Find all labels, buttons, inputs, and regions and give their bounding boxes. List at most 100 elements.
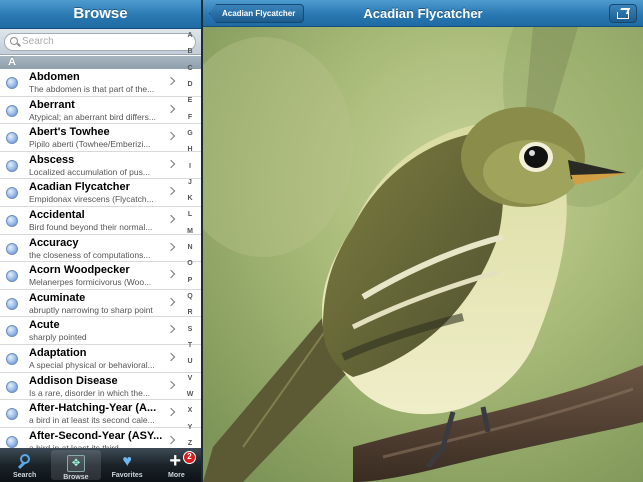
index-letter[interactable]: P — [188, 277, 193, 284]
tab-favorites[interactable]: ♥ Favorites — [103, 448, 152, 482]
search-bar: Search — [0, 29, 201, 55]
item-title: Abscess — [29, 153, 75, 166]
bird-photo — [203, 27, 643, 482]
chevron-right-icon — [166, 187, 176, 196]
item-subtitle: Melanerpes formicivorus (Woo... — [29, 277, 152, 288]
tab-bar: Search ✥ Browse ♥ Favorites + More — [0, 448, 201, 482]
list-item[interactable]: Acute sharply pointed — [0, 317, 201, 345]
index-letter[interactable]: T — [188, 342, 192, 349]
list-item[interactable]: Abscess Localized accumulation of pus... — [0, 151, 201, 180]
bullet-icon — [6, 270, 18, 283]
item-subtitle: Empidonax virescens (Flycatch... — [29, 194, 154, 205]
item-title: Abert's Towhee — [29, 126, 110, 139]
index-letter[interactable]: G — [187, 130, 192, 137]
chevron-right-icon — [166, 297, 176, 306]
list-item[interactable]: Accidental Bird found beyond their normal… — [0, 206, 201, 235]
item-subtitle: sharply pointed — [29, 332, 87, 343]
index-letter[interactable]: B — [187, 48, 192, 55]
chevron-right-icon — [166, 104, 176, 113]
section-header: A — [0, 56, 201, 69]
list-item[interactable]: Accuracy the closeness of computations... — [0, 234, 201, 263]
index-letter[interactable]: Q — [187, 293, 192, 300]
index-letter[interactable]: V — [188, 375, 193, 382]
back-button[interactable]: Acadian Flycatcher — [209, 4, 305, 23]
search-icon — [16, 453, 34, 470]
section-letter: A — [8, 56, 16, 68]
detail-pane: Acadian Flycatcher Acadian Flycatcher — [203, 0, 643, 482]
list-item[interactable]: Aberrant Atypical; an aberrant bird diffe… — [0, 96, 201, 125]
index-letter[interactable]: R — [187, 309, 192, 316]
list-item[interactable]: Abdomen The abdomen is that part of the..… — [0, 69, 201, 97]
index-letter[interactable]: X — [188, 407, 193, 414]
bullet-icon — [6, 159, 18, 172]
search-icon — [10, 37, 18, 45]
index-letter[interactable]: S — [188, 326, 193, 333]
index-letter[interactable]: D — [187, 81, 192, 88]
item-title: Addison Disease — [29, 374, 118, 387]
item-title: Acuminate — [29, 291, 86, 304]
index-letter[interactable]: Z — [188, 440, 192, 447]
list-item[interactable]: Abert's Towhee Pipilo aberti (Towhee/Embe… — [0, 124, 201, 152]
tab-label: Search — [12, 472, 37, 479]
tab-label: Browse — [63, 474, 89, 481]
index-letter[interactable]: C — [187, 65, 192, 72]
index-letter[interactable]: J — [188, 179, 192, 186]
item-subtitle: Atypical; an aberrant bird differs... — [29, 111, 156, 122]
item-subtitle: The abdomen is that part of the... — [29, 84, 155, 94]
chevron-right-icon — [166, 269, 176, 279]
index-letter[interactable]: O — [187, 260, 192, 267]
index-letter[interactable]: I — [189, 163, 191, 170]
index-letter[interactable]: H — [187, 146, 192, 153]
list-item[interactable]: Acuminate abruptly narrowing to sharp poi… — [0, 289, 201, 318]
bullet-icon — [6, 104, 18, 117]
index-letter[interactable]: W — [187, 391, 194, 398]
chevron-right-icon — [166, 159, 176, 169]
item-subtitle: abruptly narrowing to sharp point — [29, 304, 153, 315]
index-letter[interactable]: Y — [188, 424, 193, 431]
browse-icon: ✥ — [66, 455, 85, 472]
chevron-right-icon — [166, 435, 176, 444]
list-item[interactable]: Acorn Woodpecker Melanerpes formicivorus … — [0, 262, 201, 290]
index-letter[interactable]: F — [188, 114, 192, 121]
entry-list: Abdomen The abdomen is that part of the..… — [0, 69, 201, 456]
item-title: Aberrant — [29, 98, 75, 111]
detail-nav-bar: Acadian Flycatcher Acadian Flycatcher — [203, 0, 643, 27]
chevron-right-icon — [166, 242, 176, 251]
section-index[interactable]: A B C D E F G H I J K L M N O P Q R S T … — [182, 32, 198, 447]
browse-title: Browse — [73, 5, 128, 22]
chevron-right-icon — [166, 325, 176, 334]
bullet-icon — [6, 187, 18, 200]
index-letter[interactable]: K — [187, 195, 192, 202]
item-title: Acute — [29, 319, 60, 332]
index-letter[interactable]: U — [187, 358, 192, 365]
share-button[interactable] — [609, 4, 637, 23]
chevron-right-icon — [166, 352, 176, 362]
item-title: Adaptation — [29, 346, 87, 359]
item-subtitle: Bird found beyond their normal... — [29, 221, 153, 232]
list-item[interactable]: After-Hatching-Year (A... a bird in at le… — [0, 400, 201, 428]
more-badge: 2 — [183, 451, 196, 464]
index-letter[interactable]: E — [188, 97, 193, 104]
index-letter[interactable]: N — [187, 244, 192, 251]
chevron-right-icon — [166, 407, 176, 417]
index-letter[interactable]: A — [187, 32, 192, 39]
tab-browse[interactable]: ✥ Browse — [51, 450, 101, 481]
list-item[interactable]: Addison Disease Is a rare, disorder in wh… — [0, 372, 201, 401]
browse-nav-bar: Browse — [0, 0, 201, 29]
browse-pane: Browse Search A Abdomen The abdomen is th… — [0, 0, 201, 482]
tab-label: Favorites — [111, 472, 143, 479]
item-title: Acorn Woodpecker — [29, 264, 130, 277]
list-item[interactable]: Acadian Flycatcher Empidonax virescens (F… — [0, 179, 201, 207]
bullet-icon — [6, 297, 18, 310]
item-title: Accuracy — [29, 236, 79, 249]
heart-icon: ♥ — [122, 453, 132, 470]
tab-label: More — [168, 472, 185, 479]
index-letter[interactable]: L — [188, 211, 192, 218]
search-input[interactable]: Search — [4, 33, 196, 51]
index-letter[interactable]: M — [187, 228, 193, 235]
list-item[interactable]: Adaptation A special physical or behavior… — [0, 344, 201, 373]
tab-search[interactable]: Search — [0, 448, 49, 482]
search-placeholder: Search — [22, 36, 54, 47]
bullet-icon — [6, 242, 18, 255]
item-title: Abdomen — [29, 71, 80, 83]
